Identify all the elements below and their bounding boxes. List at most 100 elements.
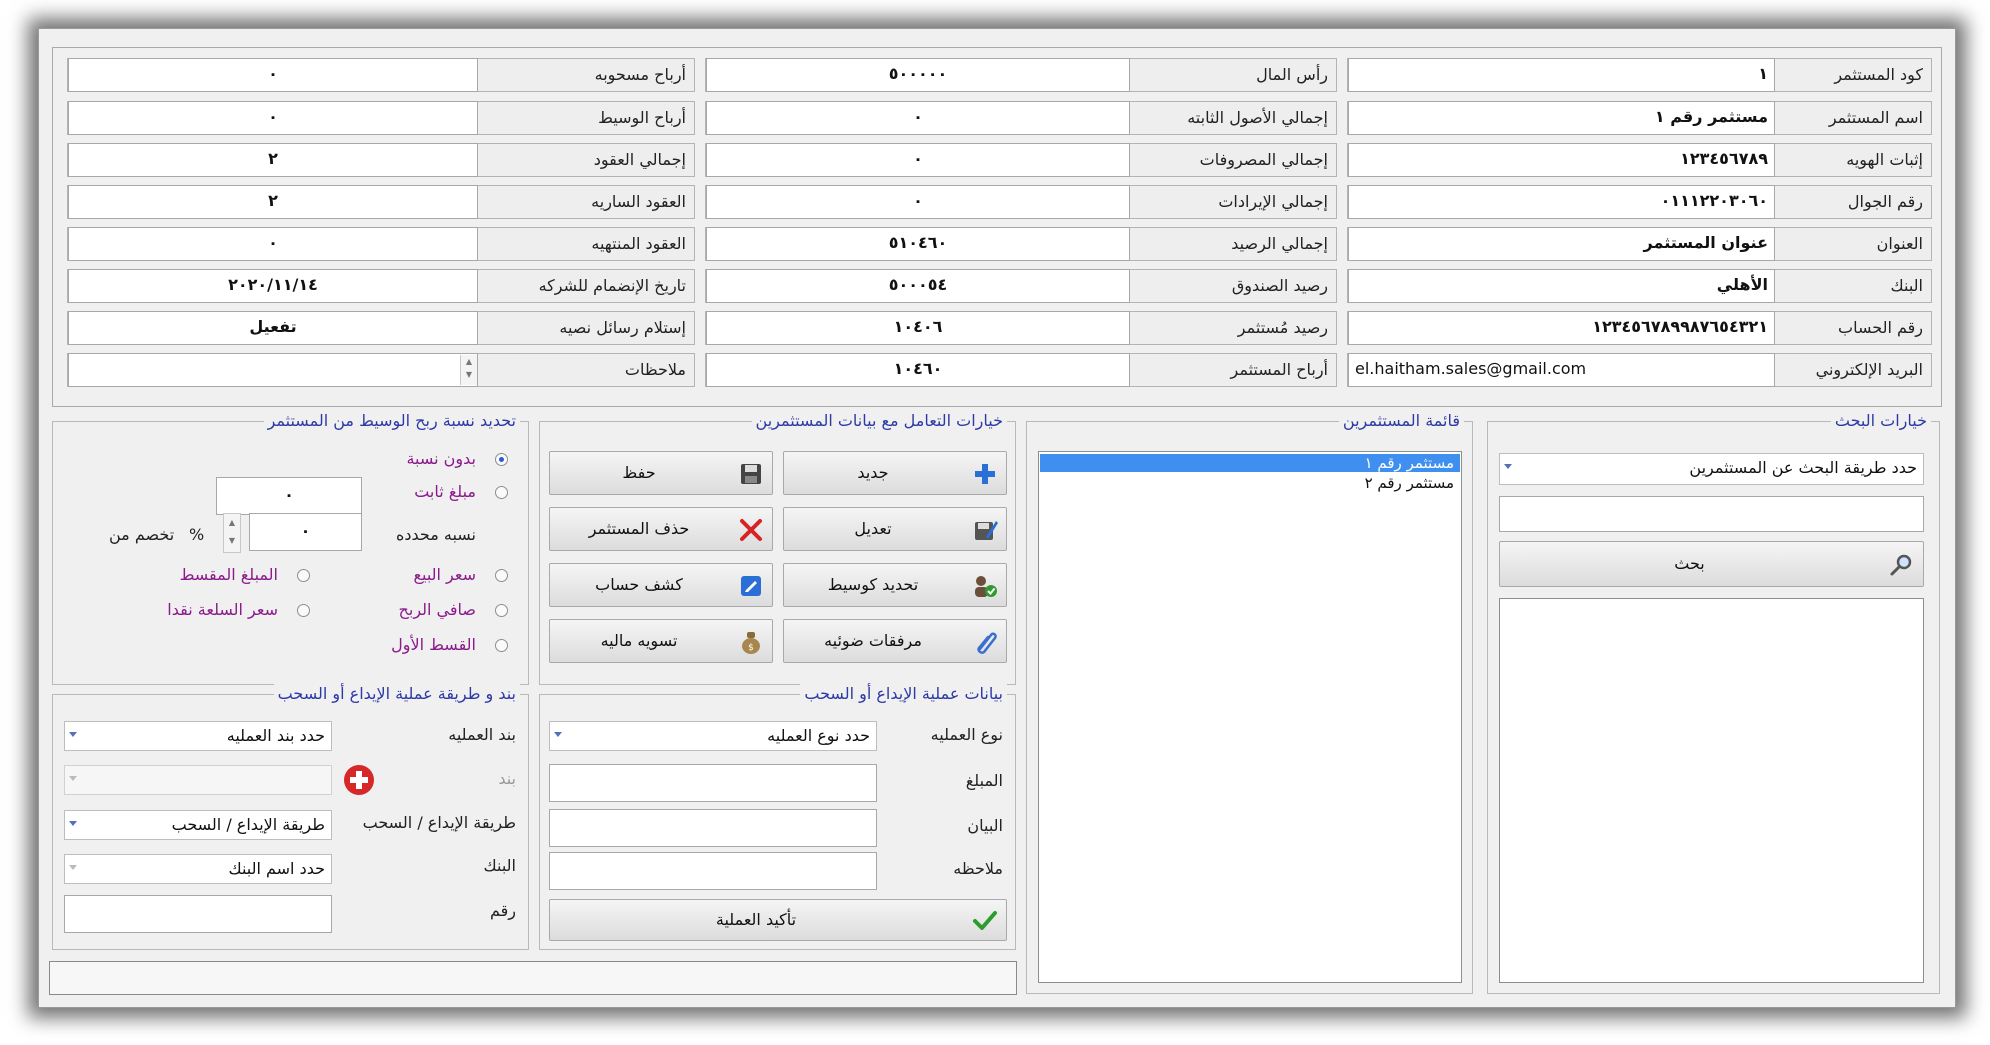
field-label: أرباح المستثمر bbox=[1230, 360, 1329, 379]
first-installment-radio[interactable] bbox=[495, 639, 508, 652]
save-button[interactable]: حفظ bbox=[549, 451, 773, 495]
op-item-select[interactable]: حدد بند العمليه bbox=[64, 721, 332, 751]
field-value[interactable]: ٥٠٠٠٥٤ bbox=[706, 269, 1130, 303]
chevron-down-icon[interactable] bbox=[69, 865, 77, 870]
item-method-group: بند و طريقة عملية الإيداع أو السحب بند ا… bbox=[52, 684, 529, 950]
new-button-label: جديد bbox=[857, 463, 889, 482]
field-row: أرباح مسحوبه ٠ bbox=[67, 58, 695, 92]
investors-listbox[interactable]: مستثمر رقم ١ مستثمر رقم ٢ bbox=[1038, 451, 1462, 983]
sale-price-radio[interactable] bbox=[495, 569, 508, 582]
field-value[interactable] bbox=[68, 353, 478, 387]
field-value[interactable]: ٠ bbox=[68, 101, 478, 135]
item-select[interactable] bbox=[64, 765, 332, 795]
actions-group: خيارات التعامل مع بيانات المستثمرين جديد… bbox=[539, 411, 1016, 685]
field-row: إجمالي المصروفات ٠ bbox=[705, 143, 1337, 177]
ratio-input[interactable]: ٠ bbox=[249, 513, 362, 551]
field-value[interactable]: ١٠٤٠٦ bbox=[706, 311, 1130, 345]
confirm-operation-button[interactable]: تأكيد العملية bbox=[549, 899, 1007, 941]
amount-input[interactable] bbox=[549, 764, 877, 802]
installment-amount-radio[interactable] bbox=[297, 569, 310, 582]
bank-select[interactable]: حدد اسم البنك bbox=[64, 854, 332, 884]
statement-input[interactable] bbox=[549, 809, 877, 847]
chevron-down-icon[interactable] bbox=[69, 821, 77, 826]
edit-button[interactable]: تعديل bbox=[783, 507, 1007, 551]
add-item-icon[interactable] bbox=[343, 764, 375, 796]
field-value[interactable]: ١ bbox=[1348, 58, 1775, 92]
number-input[interactable] bbox=[64, 895, 332, 933]
field-row: العنوان عنوان المستثمر bbox=[1347, 227, 1932, 261]
confirm-operation-button-label: تأكيد العملية bbox=[715, 910, 797, 929]
field-label: إجمالي الأصول الثابته bbox=[1187, 108, 1328, 127]
fixed-amount-radio[interactable] bbox=[495, 486, 508, 499]
search-input[interactable] bbox=[1499, 496, 1924, 532]
field-value[interactable]: ٢ bbox=[68, 143, 478, 177]
installment-amount-label: المبلغ المقسط bbox=[179, 565, 278, 584]
field-value[interactable]: ٠ bbox=[706, 143, 1130, 177]
delete-investor-button-label: حذف المستثمر bbox=[588, 519, 690, 538]
method-select[interactable]: طريقة الإيداع / السحب bbox=[64, 810, 332, 840]
attachments-button[interactable]: مرفقات ضوئيه bbox=[783, 619, 1007, 663]
op-type-label: نوع العمليه bbox=[930, 725, 1003, 744]
field-value[interactable]: تفعيل bbox=[68, 311, 478, 345]
field-label: إثبات الهويه bbox=[1846, 150, 1923, 169]
field-value[interactable]: ٠ bbox=[68, 58, 478, 92]
field-row: إثبات الهويه ١٢٣٤٥٦٧٨٩ bbox=[1347, 143, 1932, 177]
new-button[interactable]: جديد bbox=[783, 451, 1007, 495]
checkmark-icon bbox=[973, 911, 997, 930]
cash-price-radio[interactable] bbox=[297, 604, 310, 617]
field-row: رصيد مُستثمر ١٠٤٠٦ bbox=[705, 311, 1337, 345]
no-ratio-radio[interactable] bbox=[495, 453, 508, 466]
field-value[interactable]: ٢٠٢٠/١١/١٤ bbox=[68, 269, 478, 303]
field-row: رأس المال ٥٠٠٠٠٠ bbox=[705, 58, 1337, 92]
field-value[interactable]: ٢ bbox=[68, 185, 478, 219]
investors-list-title: قائمة المستثمرين bbox=[1338, 411, 1464, 431]
financial-settlement-button[interactable]: تسويه ماليه $ bbox=[549, 619, 773, 663]
field-row: إجمالي الإيرادات ٠ bbox=[705, 185, 1337, 219]
method-label: طريقة الإيداع / السحب bbox=[362, 813, 516, 832]
list-item[interactable]: مستثمر رقم ١ bbox=[1040, 454, 1460, 472]
note-input[interactable] bbox=[549, 852, 877, 890]
field-value[interactable]: ١٢٣٤٥٦٧٨٩ bbox=[1348, 143, 1775, 177]
field-value[interactable]: عنوان المستثمر bbox=[1348, 227, 1775, 261]
field-value[interactable]: مستثمر رقم ١ bbox=[1348, 101, 1775, 135]
op-type-select[interactable]: حدد نوع العمليه bbox=[549, 721, 877, 751]
field-value[interactable]: ١٢٣٤٥٦٧٨٩٩٨٧٦٥٤٣٢١ bbox=[1348, 311, 1775, 345]
note-label: ملاحظه bbox=[953, 859, 1003, 878]
field-value[interactable]: ٠١١١٢٢٠٣٠٦٠ bbox=[1348, 185, 1775, 219]
net-profit-label: صافي الربح bbox=[398, 600, 476, 619]
field-value[interactable]: ٠ bbox=[706, 101, 1130, 135]
main-window: كود المستثمر ١ اسم المستثمر مستثمر رقم ١ إثب… bbox=[38, 28, 1956, 1008]
ratio-spinner[interactable]: ▲ ▼ bbox=[223, 513, 241, 553]
search-button[interactable]: بحث bbox=[1499, 541, 1924, 587]
field-value[interactable]: الأهلي bbox=[1348, 269, 1775, 303]
field-row: تاريخ الإنضمام للشركه ٢٠٢٠/١١/١٤ bbox=[67, 269, 695, 303]
notes-scrollbar[interactable]: ▲ ▼ bbox=[460, 355, 477, 385]
field-value[interactable]: ٥٠٠٠٠٠ bbox=[706, 58, 1130, 92]
field-value[interactable]: ٥١٠٤٦٠ bbox=[706, 227, 1130, 261]
bank-label: البنك bbox=[483, 856, 516, 875]
set-as-broker-button[interactable]: تحديد كوسيط bbox=[783, 563, 1007, 607]
plus-icon bbox=[975, 464, 995, 484]
net-profit-radio[interactable] bbox=[495, 604, 508, 617]
account-statement-button[interactable]: كشف حساب bbox=[549, 563, 773, 607]
delete-investor-button[interactable]: حذف المستثمر bbox=[549, 507, 773, 551]
chevron-down-icon[interactable] bbox=[554, 732, 562, 737]
field-label: البنك bbox=[1890, 276, 1923, 295]
chevron-down-icon[interactable] bbox=[69, 732, 77, 737]
status-bar bbox=[49, 961, 1017, 995]
field-label: رصيد الصندوق bbox=[1231, 276, 1328, 295]
chevron-down-icon[interactable] bbox=[69, 776, 77, 781]
search-results-box[interactable] bbox=[1499, 598, 1924, 983]
chevron-down-icon[interactable] bbox=[1504, 464, 1512, 469]
field-label: إجمالي الرصيد bbox=[1231, 234, 1328, 253]
fixed-amount-input[interactable]: ٠ bbox=[216, 477, 362, 515]
field-value[interactable]: ٠ bbox=[706, 185, 1130, 219]
list-item[interactable]: مستثمر رقم ٢ bbox=[1040, 474, 1460, 492]
field-value[interactable]: el.haitham.sales@gmail.com bbox=[1348, 353, 1775, 387]
field-value[interactable]: ١٠٤٦٠ bbox=[706, 353, 1130, 387]
search-method-select[interactable]: حدد طريقة البحث عن المستثمرين bbox=[1499, 453, 1924, 485]
investor-info-frame: كود المستثمر ١ اسم المستثمر مستثمر رقم ١ إثب… bbox=[52, 47, 1942, 407]
field-row: إجمالي الأصول الثابته ٠ bbox=[705, 101, 1337, 135]
field-value[interactable]: ٠ bbox=[68, 227, 478, 261]
operation-group: بيانات عملية الإيداع أو السحب نوع العملي… bbox=[539, 684, 1016, 950]
